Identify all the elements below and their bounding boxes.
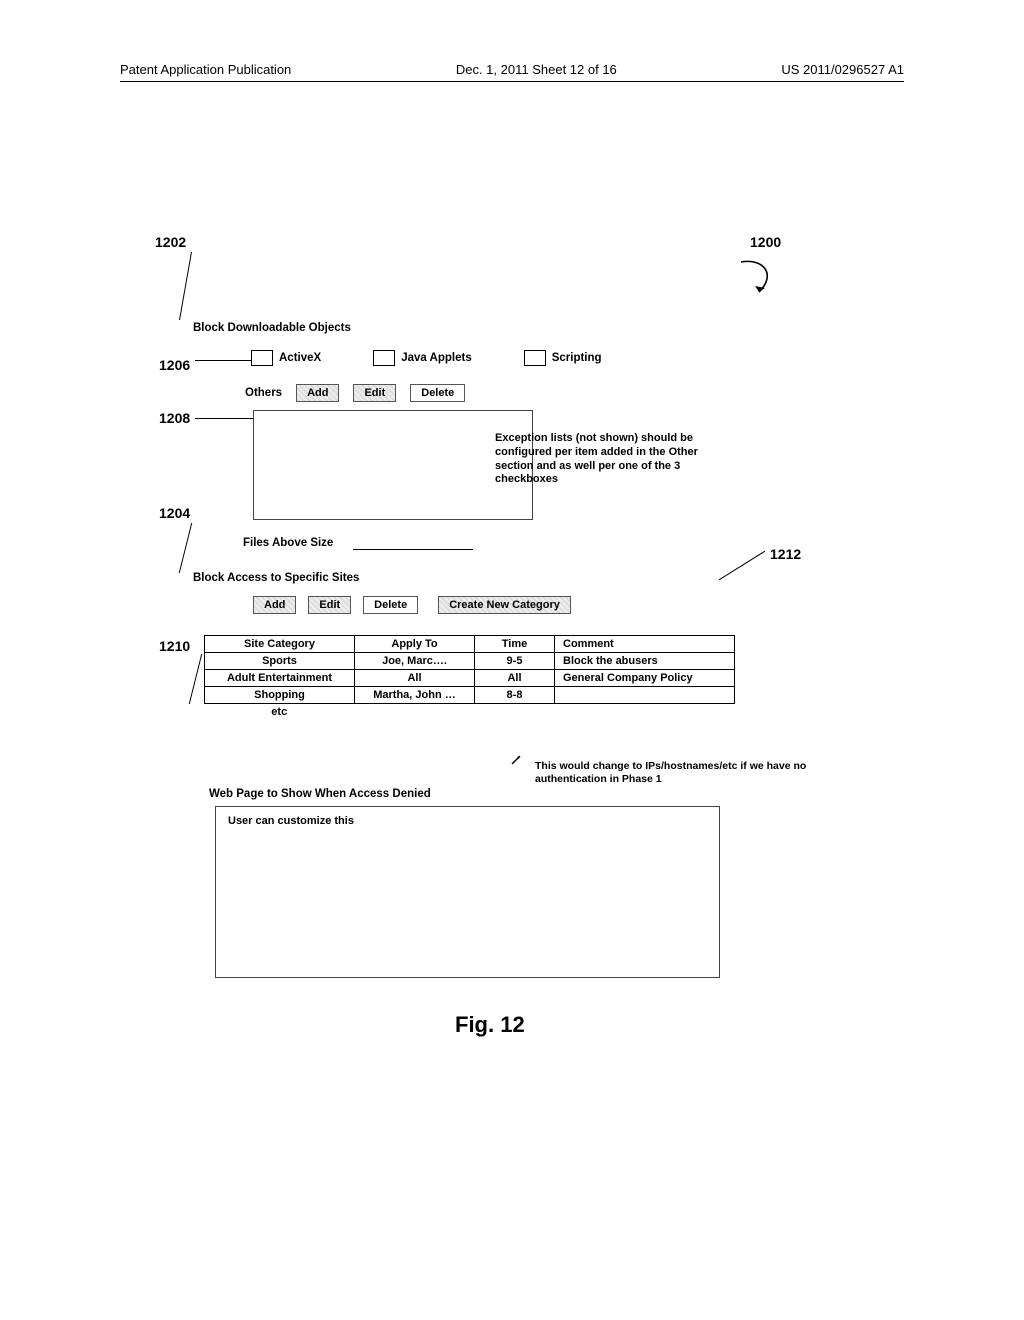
files-above-size-row: Files Above Size [243, 536, 473, 550]
site-buttons-row: Add Edit Delete Create New Category [253, 596, 571, 614]
table-header-row: Site Category Apply To Time Comment [205, 636, 735, 653]
cell: Block the abusers [555, 653, 735, 670]
table-row[interactable]: Shopping Martha, John … 8-8 [205, 687, 735, 704]
files-size-input[interactable] [353, 536, 473, 550]
cell: Martha, John … [355, 687, 475, 704]
header-right: US 2011/0296527 A1 [781, 62, 904, 77]
table-row[interactable]: Adult Entertainment All All General Comp… [205, 670, 735, 687]
others-row: Others Add Edit Delete [245, 384, 465, 402]
ref-1208: 1208 [159, 410, 190, 426]
figure-label: Fig. 12 [455, 1012, 525, 1038]
create-category-button[interactable]: Create New Category [438, 596, 571, 614]
table-note: This would change to IPs/hostnames/etc i… [535, 760, 815, 786]
denied-page-textarea[interactable]: User can customize this [215, 806, 720, 978]
page-header: Patent Application Publication Dec. 1, 2… [120, 62, 904, 82]
add-button[interactable]: Add [296, 384, 339, 402]
scripting-checkbox[interactable] [524, 350, 546, 366]
site-delete-button[interactable]: Delete [363, 596, 418, 614]
block-downloadable-title: Block Downloadable Objects [193, 322, 351, 334]
site-add-button[interactable]: Add [253, 596, 296, 614]
arrow-icon [735, 256, 775, 296]
others-label: Others [245, 387, 282, 399]
activex-label: ActiveX [279, 352, 321, 364]
java-applets-checkbox[interactable] [373, 350, 395, 366]
cell: Joe, Marc…. [355, 653, 475, 670]
etc-cell: etc [205, 704, 355, 721]
col-apply-to: Apply To [355, 636, 475, 653]
leader-line [189, 654, 202, 704]
cell: Shopping [205, 687, 355, 704]
denied-page-label: Web Page to Show When Access Denied [209, 788, 431, 800]
cell [555, 687, 735, 704]
edit-button[interactable]: Edit [353, 384, 396, 402]
table-etc-row: etc [205, 704, 735, 721]
block-access-title: Block Access to Specific Sites [193, 572, 359, 584]
table-row[interactable]: Sports Joe, Marc…. 9-5 Block the abusers [205, 653, 735, 670]
delete-button[interactable]: Delete [410, 384, 465, 402]
scripting-label: Scripting [552, 352, 602, 364]
cell: Adult Entertainment [205, 670, 355, 687]
site-category-table: Site Category Apply To Time Comment Spor… [204, 635, 735, 720]
cell: All [355, 670, 475, 687]
col-time: Time [475, 636, 555, 653]
header-center: Dec. 1, 2011 Sheet 12 of 16 [456, 62, 617, 77]
col-site-category: Site Category [205, 636, 355, 653]
denied-placeholder: User can customize this [228, 815, 354, 827]
col-comment: Comment [555, 636, 735, 653]
ref-1202: 1202 [155, 234, 186, 250]
cell: Sports [205, 653, 355, 670]
ref-1210: 1210 [159, 638, 190, 654]
ref-1212: 1212 [770, 546, 801, 562]
leader-line [179, 252, 192, 320]
leader-line [719, 551, 765, 580]
cell: 9-5 [475, 653, 555, 670]
cell: General Company Policy [555, 670, 735, 687]
leader-arrow-icon [510, 754, 522, 766]
leader-line [195, 360, 253, 361]
exception-note: Exception lists (not shown) should be co… [495, 432, 735, 487]
ref-1204: 1204 [159, 505, 190, 521]
others-list-box[interactable] [253, 410, 533, 520]
files-above-size-label: Files Above Size [243, 537, 333, 549]
leader-line [179, 523, 192, 573]
site-edit-button[interactable]: Edit [308, 596, 351, 614]
activex-checkbox[interactable] [251, 350, 273, 366]
ref-1206: 1206 [159, 357, 190, 373]
cell: All [475, 670, 555, 687]
header-left: Patent Application Publication [120, 62, 291, 77]
checkbox-row: ActiveX Java Applets Scripting [251, 350, 602, 366]
cell: 8-8 [475, 687, 555, 704]
leader-line [195, 418, 253, 419]
java-applets-label: Java Applets [401, 352, 472, 364]
ref-1200: 1200 [750, 234, 781, 250]
